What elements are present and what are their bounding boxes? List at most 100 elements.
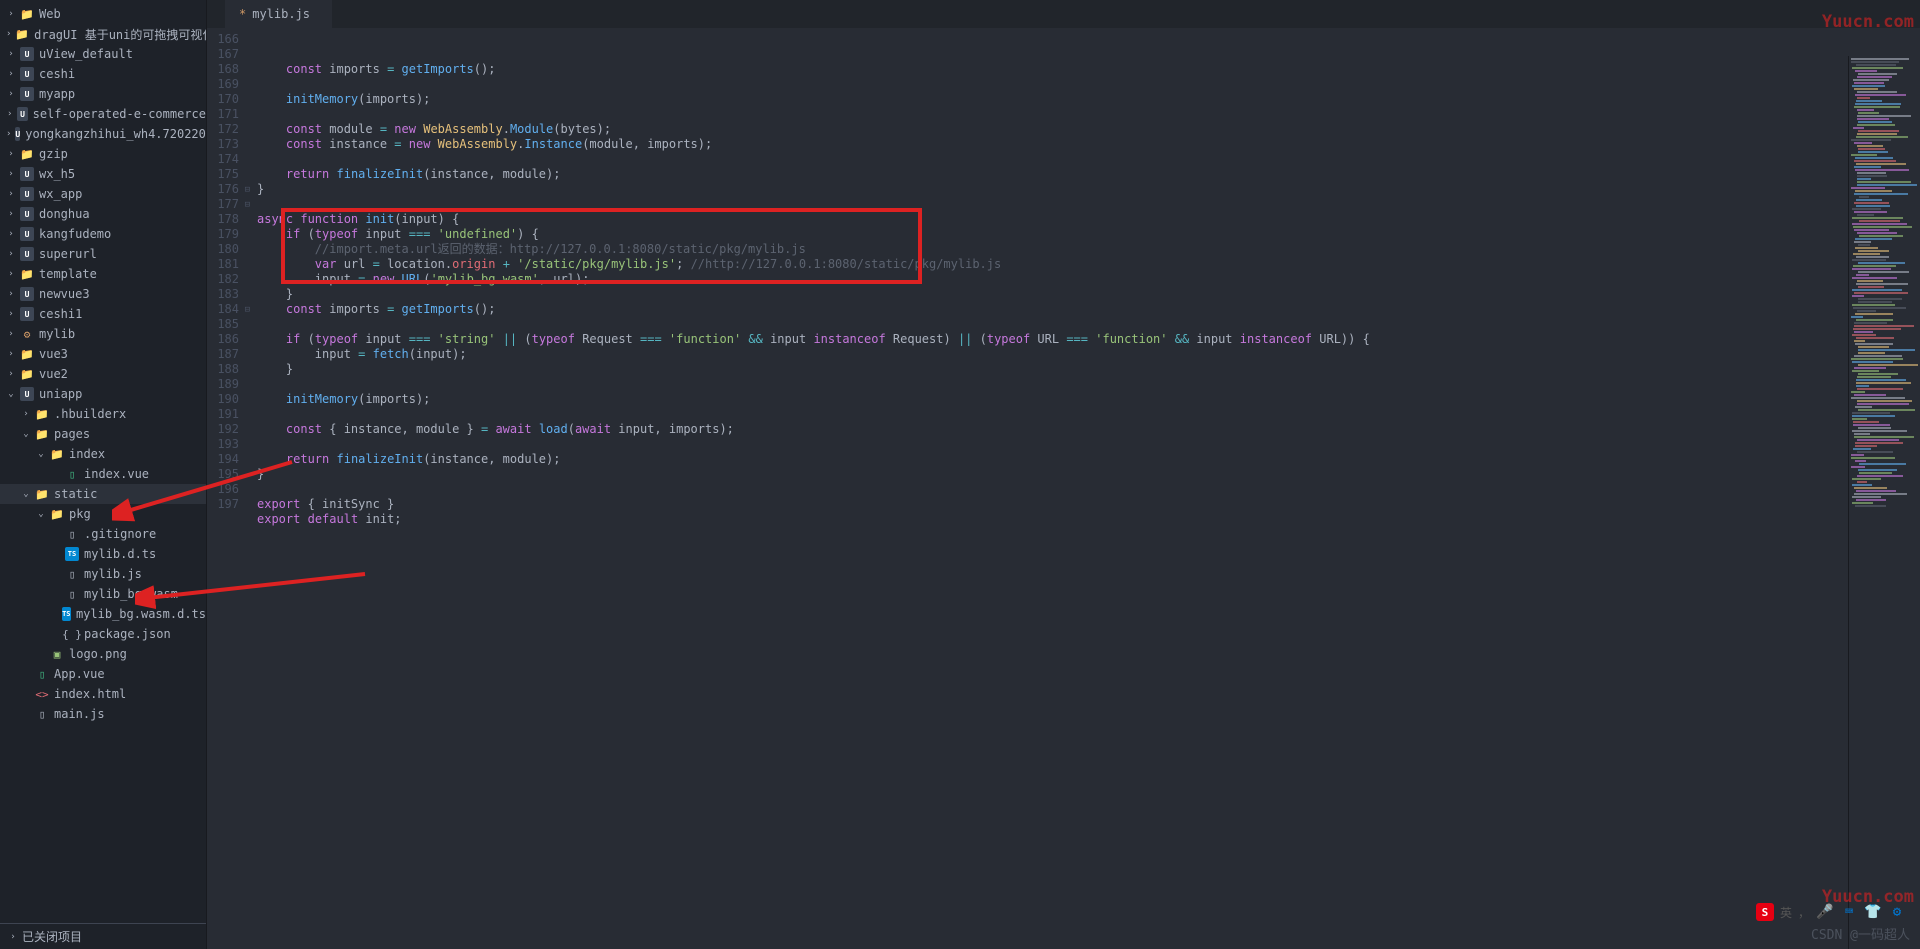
code-line[interactable]: //import.meta.url返回的数据：http://127.0.0.1:… bbox=[257, 242, 1920, 257]
code-line[interactable]: } bbox=[257, 467, 1920, 482]
code-line[interactable]: export default init; bbox=[257, 512, 1920, 527]
tree-item-index-html[interactable]: <>index.html bbox=[0, 684, 206, 704]
code-line[interactable]: initMemory(imports); bbox=[257, 392, 1920, 407]
tree-item-dragui---uni-----------[interactable]: ›📁dragUI 基于uni的可拖拽可视化编... bbox=[0, 24, 206, 44]
line-number[interactable]: 171 bbox=[207, 107, 239, 122]
code-line[interactable]: initMemory(imports); bbox=[257, 92, 1920, 107]
code-line[interactable]: var url = location.origin + '/static/pkg… bbox=[257, 257, 1920, 272]
line-number[interactable]: 172 bbox=[207, 122, 239, 137]
line-number[interactable]: 194 bbox=[207, 452, 239, 467]
tree-item-myapp[interactable]: ›Umyapp bbox=[0, 84, 206, 104]
tree-item-wx-h5[interactable]: ›Uwx_h5 bbox=[0, 164, 206, 184]
tree-item-pkg[interactable]: ⌄📁pkg bbox=[0, 504, 206, 524]
tree-item-mylib-bg-wasm[interactable]: ▯mylib_bg.wasm bbox=[0, 584, 206, 604]
tree-item-kangfudemo[interactable]: ›Ukangfudemo bbox=[0, 224, 206, 244]
code-line[interactable]: const module = new WebAssembly.Module(by… bbox=[257, 122, 1920, 137]
code-line[interactable] bbox=[257, 482, 1920, 497]
code-line[interactable] bbox=[257, 377, 1920, 392]
tree-item-index[interactable]: ⌄📁index bbox=[0, 444, 206, 464]
tree-item-app-vue[interactable]: ▯App.vue bbox=[0, 664, 206, 684]
line-number[interactable]: 177 bbox=[207, 197, 239, 212]
tree-item-static[interactable]: ⌄📁static bbox=[0, 484, 206, 504]
code-line[interactable] bbox=[257, 107, 1920, 122]
keyboard-icon[interactable]: ⌨ bbox=[1840, 903, 1858, 921]
line-number[interactable]: 170 bbox=[207, 92, 239, 107]
ime-icon[interactable]: S bbox=[1756, 903, 1774, 921]
ime-punct[interactable]: ， bbox=[1798, 904, 1810, 921]
line-number[interactable]: 178 bbox=[207, 212, 239, 227]
tab-bar[interactable]: * mylib.js bbox=[207, 0, 1920, 28]
tab-mylib-js[interactable]: * mylib.js bbox=[225, 0, 332, 28]
ime-lang[interactable]: 英 bbox=[1780, 904, 1792, 921]
tree-item-mylib[interactable]: ›⚙mylib bbox=[0, 324, 206, 344]
code-line[interactable] bbox=[257, 437, 1920, 452]
tree-item-logo-png[interactable]: ▣logo.png bbox=[0, 644, 206, 664]
line-number[interactable]: 190 bbox=[207, 392, 239, 407]
line-number[interactable]: 173 bbox=[207, 137, 239, 152]
line-number[interactable]: 185 bbox=[207, 317, 239, 332]
line-number[interactable]: 181 bbox=[207, 257, 239, 272]
tree-item-main-js[interactable]: ▯main.js bbox=[0, 704, 206, 724]
minimap[interactable] bbox=[1848, 56, 1920, 949]
line-number-gutter[interactable]: 1661671681691701711721731741751761771781… bbox=[207, 28, 253, 949]
tree-item-ceshi[interactable]: ›Uceshi bbox=[0, 64, 206, 84]
line-number[interactable]: 191 bbox=[207, 407, 239, 422]
tree-item--hbuilderx[interactable]: ›📁.hbuilderx bbox=[0, 404, 206, 424]
tree-item-mylib-bg-wasm-d-ts[interactable]: TSmylib_bg.wasm.d.ts bbox=[0, 604, 206, 624]
code-line[interactable]: export { initSync } bbox=[257, 497, 1920, 512]
line-number[interactable]: 196 bbox=[207, 482, 239, 497]
line-number[interactable]: 176 bbox=[207, 182, 239, 197]
settings-icon[interactable]: ⚙ bbox=[1888, 903, 1906, 921]
code-line[interactable]: const { instance, module } = await load(… bbox=[257, 422, 1920, 437]
code-line[interactable]: if (typeof input === 'undefined') { bbox=[257, 227, 1920, 242]
mic-icon[interactable]: 🎤 bbox=[1816, 903, 1834, 921]
line-number[interactable]: 180 bbox=[207, 242, 239, 257]
tree-item-template[interactable]: ›📁template bbox=[0, 264, 206, 284]
code-line[interactable]: async function init(input) { bbox=[257, 212, 1920, 227]
tree-item-yongkangzhihui-wh4-720220419[interactable]: ›Uyongkangzhihui_wh4.720220419 bbox=[0, 124, 206, 144]
code-line[interactable]: if (typeof input === 'string' || (typeof… bbox=[257, 332, 1920, 347]
tree-item-vue3[interactable]: ›📁vue3 bbox=[0, 344, 206, 364]
tree-item-web[interactable]: ›📁Web bbox=[0, 4, 206, 24]
tree-item-wx-app[interactable]: ›Uwx_app bbox=[0, 184, 206, 204]
tree-item-mylib-d-ts[interactable]: TSmylib.d.ts bbox=[0, 544, 206, 564]
code-line[interactable]: const instance = new WebAssembly.Instanc… bbox=[257, 137, 1920, 152]
code-line[interactable]: } bbox=[257, 182, 1920, 197]
tree-item-pages[interactable]: ⌄📁pages bbox=[0, 424, 206, 444]
line-number[interactable]: 193 bbox=[207, 437, 239, 452]
code-line[interactable]: } bbox=[257, 362, 1920, 377]
tree-item-ceshi1[interactable]: ›Uceshi1 bbox=[0, 304, 206, 324]
code-line[interactable]: return finalizeInit(instance, module); bbox=[257, 452, 1920, 467]
tree-item-uview-default[interactable]: ›UuView_default bbox=[0, 44, 206, 64]
line-number[interactable]: 192 bbox=[207, 422, 239, 437]
tree-item-index-vue[interactable]: ▯index.vue bbox=[0, 464, 206, 484]
file-explorer[interactable]: ›📁Web›📁dragUI 基于uni的可拖拽可视化编...›UuView_de… bbox=[0, 0, 207, 949]
code-line[interactable] bbox=[257, 407, 1920, 422]
tree-item-newvue3[interactable]: ›Unewvue3 bbox=[0, 284, 206, 304]
line-number[interactable]: 183 bbox=[207, 287, 239, 302]
line-number[interactable]: 195 bbox=[207, 467, 239, 482]
code-line[interactable]: input = new URL('mylib_bg.wasm', url); bbox=[257, 272, 1920, 287]
line-number[interactable]: 175 bbox=[207, 167, 239, 182]
code-line[interactable]: input = fetch(input); bbox=[257, 347, 1920, 362]
line-number[interactable]: 167 bbox=[207, 47, 239, 62]
tree-item-vue2[interactable]: ›📁vue2 bbox=[0, 364, 206, 384]
line-number[interactable]: 184 bbox=[207, 302, 239, 317]
code-line[interactable] bbox=[257, 527, 1920, 542]
tree-item-mylib-js[interactable]: ▯mylib.js bbox=[0, 564, 206, 584]
code-line[interactable]: } bbox=[257, 287, 1920, 302]
code-line[interactable] bbox=[257, 77, 1920, 92]
line-number[interactable]: 179 bbox=[207, 227, 239, 242]
line-number[interactable]: 197 bbox=[207, 497, 239, 512]
line-number[interactable]: 187 bbox=[207, 347, 239, 362]
tree-item-gzip[interactable]: ›📁gzip bbox=[0, 144, 206, 164]
code-line[interactable]: const imports = getImports(); bbox=[257, 302, 1920, 317]
code-line[interactable]: const imports = getImports(); bbox=[257, 62, 1920, 77]
code-line[interactable] bbox=[257, 197, 1920, 212]
tree-item-superurl[interactable]: ›Usuperurl bbox=[0, 244, 206, 264]
code-line[interactable]: return finalizeInit(instance, module); bbox=[257, 167, 1920, 182]
line-number[interactable]: 186 bbox=[207, 332, 239, 347]
code-editor[interactable]: const imports = getImports(); initMemory… bbox=[253, 28, 1920, 949]
line-number[interactable]: 188 bbox=[207, 362, 239, 377]
line-number[interactable]: 182 bbox=[207, 272, 239, 287]
